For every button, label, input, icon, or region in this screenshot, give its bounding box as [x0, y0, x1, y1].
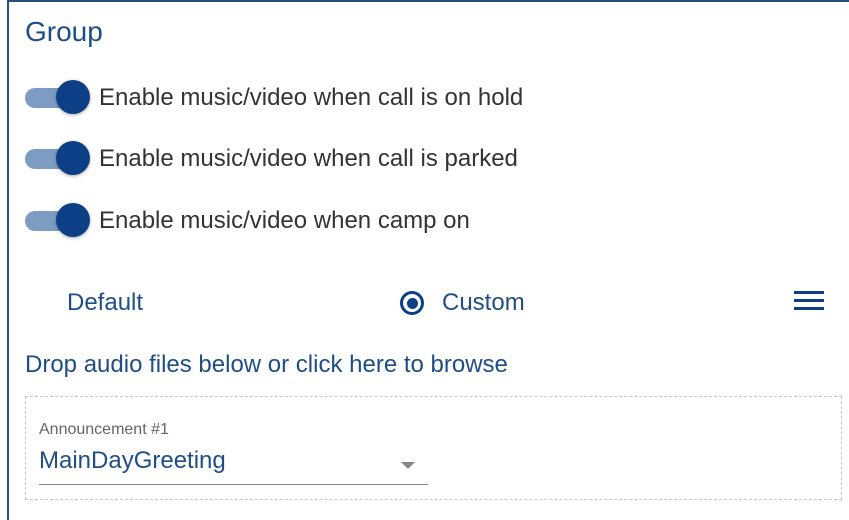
menu-bar	[794, 307, 824, 310]
toggle-row-parked: Enable music/video when call is parked	[25, 139, 518, 179]
on-hold-toggle-label: Enable music/video when call is on hold	[99, 84, 524, 111]
radio-selected-dot	[406, 297, 418, 309]
menu-bar	[794, 299, 824, 302]
custom-option[interactable]: Custom	[400, 286, 525, 320]
select-underline	[39, 484, 428, 485]
on-hold-toggle[interactable]	[25, 78, 97, 118]
custom-option-label: Custom	[442, 289, 525, 316]
toggle-thumb	[56, 80, 90, 114]
announcement-value: MainDayGreeting	[39, 447, 226, 474]
toggle-row-camp-on: Enable music/video when camp on	[25, 201, 470, 241]
announcement-select[interactable]: Announcement #1 MainDayGreeting	[39, 421, 428, 487]
group-title: Group	[25, 16, 103, 47]
camp-on-toggle-label: Enable music/video when camp on	[99, 207, 470, 234]
parked-toggle[interactable]	[25, 139, 97, 179]
toggle-thumb	[56, 203, 90, 237]
audio-dropzone[interactable]: Announcement #1 MainDayGreeting	[25, 396, 842, 500]
camp-on-toggle[interactable]	[25, 201, 97, 241]
toggle-row-on-hold: Enable music/video when call is on hold	[25, 78, 523, 118]
default-option[interactable]: Default	[67, 288, 143, 318]
announcement-label: Announcement #1	[39, 421, 169, 438]
parked-toggle-label: Enable music/video when call is parked	[99, 145, 518, 172]
toggle-thumb	[56, 141, 90, 175]
custom-radio[interactable]	[400, 291, 424, 315]
menu-bar	[794, 291, 824, 294]
dropdown-caret-icon[interactable]	[401, 462, 415, 469]
hamburger-menu-icon[interactable]	[794, 289, 824, 313]
browse-audio-link[interactable]: Drop audio files below or click here to …	[25, 350, 508, 380]
